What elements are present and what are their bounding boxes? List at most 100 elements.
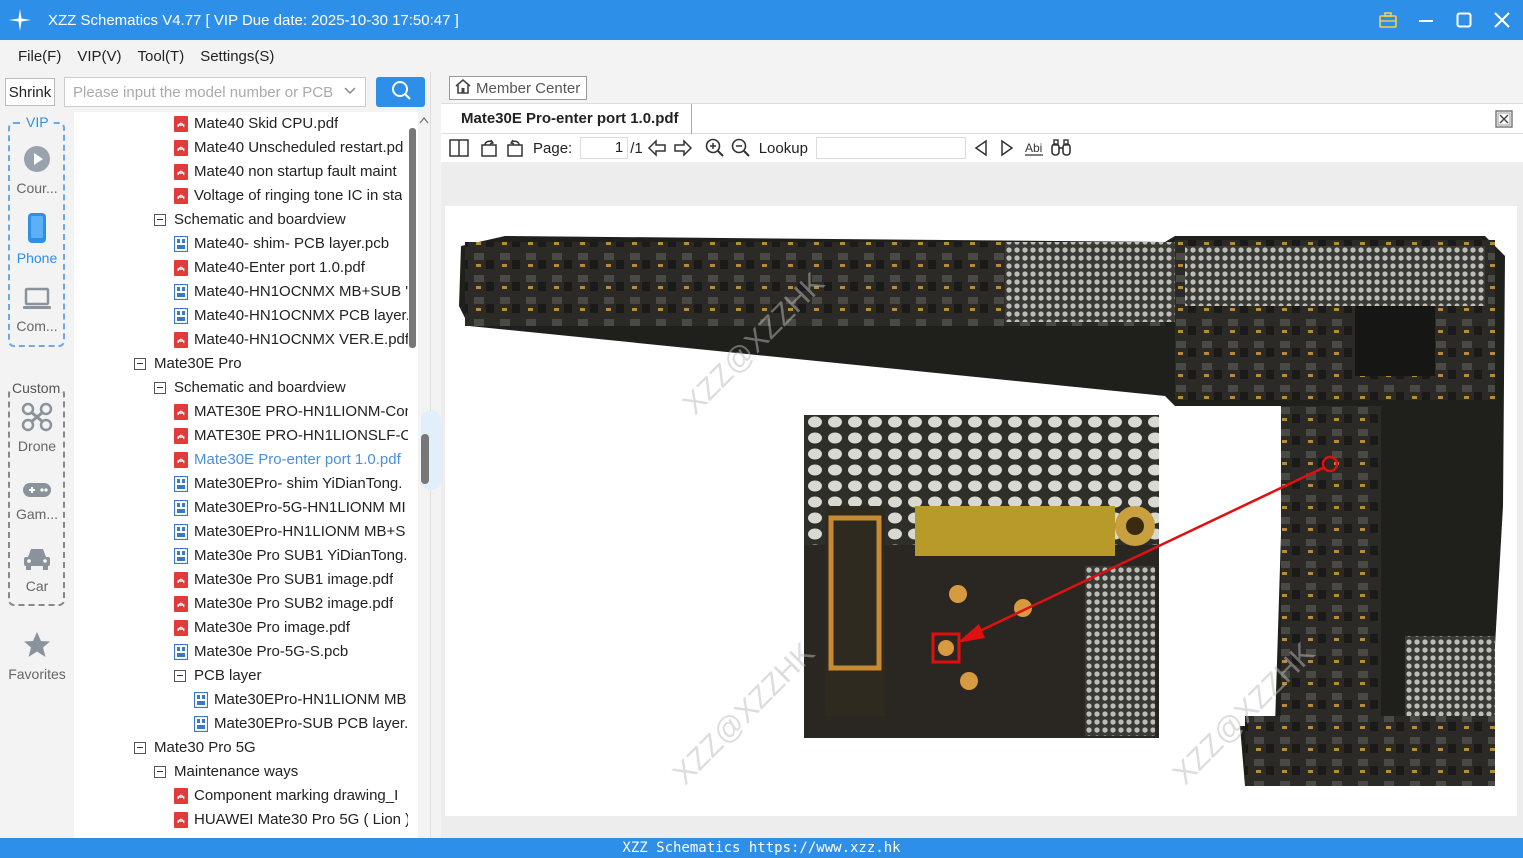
tree-file[interactable]: Mate40 Unscheduled restart.pd [174,136,408,160]
pdf-file-icon [174,572,188,588]
nav-game-label: Gam... [15,506,58,522]
rotate-right-icon[interactable] [505,138,525,158]
tree-item-label: Mate30EPro-HN1LIONM MB [214,691,407,708]
tree-item-label: Schematic and boardview [174,379,346,396]
drone-icon [0,402,74,435]
svg-text:Abi: Abi [1025,141,1042,155]
nav-drone[interactable]: Drone [0,402,74,454]
tree-folder[interactable]: Maintenance ways [154,760,408,784]
tree-folder[interactable]: PCB layer [174,664,408,688]
tree-file[interactable]: HUAWEI Mate30 Pro 5G ( Lion ) [174,808,408,832]
collapse-toggle-icon[interactable] [154,214,166,226]
chevron-down-icon[interactable] [343,84,357,102]
tree-item-label: Voltage of ringing tone IC in sta [194,187,403,204]
binoculars-icon[interactable] [1050,139,1072,157]
nav-game[interactable]: Gam... [0,480,74,522]
close-tab-icon[interactable] [1495,110,1513,132]
menu-vip[interactable]: VIP(V) [77,48,121,65]
tree-file[interactable]: Mate30EPro-HN1LIONM MB+S [174,520,408,544]
nav-favorites[interactable]: Favorites [0,630,74,682]
tree-file[interactable]: Mate30e Pro SUB2 image.pdf [174,592,408,616]
menu-file[interactable]: File(F) [18,48,61,65]
lookup-input[interactable] [815,137,966,159]
tree-file[interactable]: Mate30e Pro image.pdf [174,616,408,640]
tree-file[interactable]: Mate40- shim- PCB layer.pcb [174,232,408,256]
nav-computer[interactable]: Com... [0,286,74,334]
menu-settings[interactable]: Settings(S) [200,48,274,65]
tree-item-label: Mate30EPro- shim YiDianTong. [194,475,403,492]
nav-car-label: Car [25,578,49,594]
tree-folder[interactable]: Mate30E Pro [134,352,408,376]
tree-file[interactable]: Mate40-HN1OCNMX PCB layer. [174,304,408,328]
viewer-toolbar: Page: 1 /1 Lookup Abi [441,134,1523,162]
tree-scrollbar[interactable] [409,128,416,348]
nav-car[interactable]: Car [0,546,74,594]
pdf-file-icon [174,260,188,276]
pcb-file-icon [194,716,208,732]
nav-course[interactable]: Cour... [0,144,74,196]
match-case-icon[interactable]: Abi [1024,139,1044,157]
collapse-toggle-icon[interactable] [174,670,186,682]
tree-file[interactable]: MATE30E PRO-HN1LIONSLF-Co [174,424,408,448]
document-area[interactable]: XZZ@XZZHK XZZ@XZZHK XZZ@XZZHK [441,162,1523,838]
search-icon [391,80,411,104]
tree-file[interactable]: Mate30e Pro SUB1 image.pdf [174,568,408,592]
maximize-button[interactable] [1451,7,1477,33]
nav-phone[interactable]: Phone [0,212,74,266]
tree-folder[interactable]: Schematic and boardview [154,208,408,232]
sidebar-toggle-icon[interactable] [449,139,469,157]
tree-item-label: Mate40 Skid CPU.pdf [194,115,339,132]
close-button[interactable] [1489,7,1515,33]
search-input[interactable]: Please input the model number or PCB [64,77,366,107]
tree-file[interactable]: Mate40 Skid CPU.pdf [174,112,408,136]
find-next-icon[interactable] [1000,139,1014,157]
briefcase-icon[interactable] [1375,7,1401,33]
collapse-toggle-icon[interactable] [134,358,146,370]
tree-file[interactable]: Mate30EPro-5G-HN1LIONM MI [174,496,408,520]
tree-file[interactable]: Mate40-HN1OCNMX MB+SUB ' [174,280,408,304]
member-center-button[interactable]: Member Center [449,76,588,100]
tree-file[interactable]: Voltage of ringing tone IC in sta [174,184,408,208]
tree-item-label: Mate30EPro-5G-HN1LIONM MI [194,499,406,516]
tree-file[interactable]: Mate40-Enter port 1.0.pdf [174,256,408,280]
shrink-button[interactable]: Shrink [5,78,55,106]
minimize-button[interactable] [1413,7,1439,33]
tree-folder[interactable]: Mate30 Pro 5G [134,736,408,760]
tree-file[interactable]: Mate30E Pro-enter port 1.0.pdf [174,448,408,472]
pcb-file-icon [174,284,188,300]
pdf-page: XZZ@XZZHK XZZ@XZZHK XZZ@XZZHK [445,206,1517,816]
tree-file[interactable]: Mate40-HN1OCNMX VER.E.pdf [174,328,408,352]
zoom-in-icon[interactable] [705,138,725,158]
next-page-icon[interactable] [673,139,693,157]
tree-item-label: Mate40-HN1OCNMX VER.E.pdf [194,331,408,348]
tree-file[interactable]: MATE30E PRO-HN1LIONM-Con [174,400,408,424]
page-number-input[interactable]: 1 [580,137,629,159]
tree-file[interactable]: Component marking drawing_I [174,784,408,808]
tab-document[interactable]: Mate30E Pro-enter port 1.0.pdf [449,104,692,134]
lookup-label: Lookup [758,139,808,157]
tree-item-label: MATE30E PRO-HN1LIONSLF-Co [194,427,408,444]
splitter-grip[interactable] [421,434,429,484]
gamepad-icon [0,480,74,503]
search-button[interactable] [376,77,425,107]
tree-file[interactable]: Mate30EPro-HN1LIONM MB [194,688,408,712]
file-tree: Mate40 Skid CPU.pdf Mate40 Unscheduled re… [74,112,418,838]
menu-tool[interactable]: Tool(T) [138,48,185,65]
pdf-file-icon [174,164,188,180]
find-previous-icon[interactable] [974,139,988,157]
tree-file[interactable]: Mate30EPro-SUB PCB layer.p [194,712,408,736]
pcb-file-icon [194,692,208,708]
collapse-toggle-icon[interactable] [154,382,166,394]
rotate-left-icon[interactable] [479,138,499,158]
tree-file[interactable]: Mate30e Pro SUB1 YiDianTong. [174,544,408,568]
previous-page-icon[interactable] [647,139,667,157]
tree-file[interactable]: Mate30EPro- shim YiDianTong. [174,472,408,496]
page-total: /1 [630,139,643,157]
collapse-toggle-icon[interactable] [134,742,146,754]
collapse-toggle-icon[interactable] [154,766,166,778]
tree-folder[interactable]: Schematic and boardview [154,376,408,400]
tree-file[interactable]: Mate40 non startup fault maint [174,160,408,184]
viewer-top-bar: Member Center [441,72,1523,104]
tree-file[interactable]: Mate30e Pro-5G-S.pcb [174,640,408,664]
zoom-out-icon[interactable] [731,138,751,158]
